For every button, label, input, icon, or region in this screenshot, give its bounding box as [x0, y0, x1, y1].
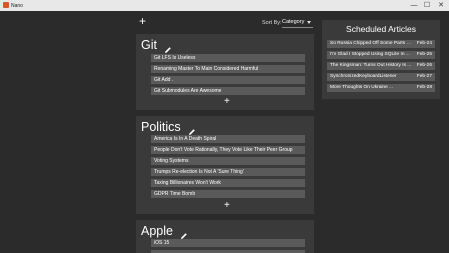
- card-header: Git: [141, 36, 172, 54]
- window-title: Nano: [11, 2, 23, 9]
- category-title: Git: [141, 37, 157, 52]
- scheduled-item[interactable]: More Thoughts On Ukraine ... Feb-28: [327, 84, 435, 92]
- scheduled-item-date: Feb-25: [416, 52, 432, 57]
- article-item[interactable]: Git LFS Is Useless: [151, 54, 305, 62]
- scheduled-item[interactable]: SynchronizedKeyboardListener Feb-27: [327, 73, 435, 81]
- article-item[interactable]: Git Add .: [151, 76, 305, 84]
- close-button[interactable]: ✕: [434, 0, 448, 11]
- chevron-down-icon: [307, 21, 311, 24]
- article-item[interactable]: Git Submodules Are Awesome: [151, 87, 305, 95]
- scheduled-item[interactable]: So Russia Chipped Off Some Parts O... Fe…: [327, 40, 435, 48]
- app-icon: [3, 2, 9, 8]
- card-header: Apple: [141, 222, 188, 240]
- category-card-politics: Politics America Is In A Death Spiral Pe…: [136, 116, 314, 214]
- article-item[interactable]: iOS 15: [151, 239, 305, 247]
- window-titlebar: Nano — ☐ ✕: [0, 0, 449, 11]
- edit-pencil-icon[interactable]: [188, 123, 196, 135]
- add-article-button[interactable]: +: [224, 97, 230, 107]
- article-item[interactable]: America Is In A Death Spiral: [151, 135, 305, 143]
- scheduled-item-date: Feb-26: [416, 63, 432, 68]
- article-item[interactable]: Taxing Billionaires Won't Work: [151, 179, 305, 187]
- scheduled-item-title: SynchronizedKeyboardListener: [330, 74, 397, 79]
- scheduled-item-title: More Thoughts On Ukraine ...: [330, 85, 394, 90]
- scheduled-item[interactable]: The Kingsman: Turns Out History Is ... F…: [327, 62, 435, 70]
- article-item[interactable]: People Don't Vote Rationally, They Vote …: [151, 146, 305, 154]
- sort-by-value: Category: [282, 19, 305, 25]
- add-category-button[interactable]: +: [139, 15, 146, 27]
- edit-pencil-icon[interactable]: [180, 227, 188, 239]
- scheduled-articles-panel: Scheduled Articles So Russia Chipped Off…: [322, 20, 440, 99]
- scheduled-item-date: Feb-24: [416, 41, 432, 46]
- scheduled-item-date: Feb-27: [416, 74, 432, 79]
- edit-pencil-icon[interactable]: [164, 41, 172, 53]
- scheduled-item-title: So Russia Chipped Off Some Parts O...: [330, 41, 414, 46]
- sort-by-label: Sort By:: [262, 20, 282, 26]
- add-article-button[interactable]: +: [224, 201, 230, 211]
- category-title: Apple: [141, 223, 173, 238]
- category-title: Politics: [141, 119, 181, 134]
- minimize-button[interactable]: —: [407, 0, 421, 11]
- article-item[interactable]: Renaming Master To Main Considered Harmf…: [151, 65, 305, 73]
- article-item[interactable]: GDPR Time Bomb: [151, 190, 305, 198]
- sort-by-dropdown[interactable]: Category: [282, 18, 313, 28]
- category-card-apple: Apple iOS 15: [136, 220, 314, 253]
- scheduled-item-date: Feb-28: [416, 85, 432, 90]
- article-item[interactable]: Trumps Re-election Is Not A 'Sure Thing': [151, 168, 305, 176]
- scheduled-item-title: I'm Glad I Stopped Using SQLite In ...: [330, 52, 410, 57]
- scheduled-item[interactable]: I'm Glad I Stopped Using SQLite In ... F…: [327, 51, 435, 59]
- article-item[interactable]: Voting Systems: [151, 157, 305, 165]
- scheduled-articles-title: Scheduled Articles: [346, 24, 416, 34]
- scheduled-item-title: The Kingsman: Turns Out History Is ...: [330, 63, 412, 68]
- card-header: Politics: [141, 118, 196, 136]
- maximize-button[interactable]: ☐: [420, 0, 434, 11]
- category-card-git: Git Git LFS Is Useless Renaming Master T…: [136, 34, 314, 110]
